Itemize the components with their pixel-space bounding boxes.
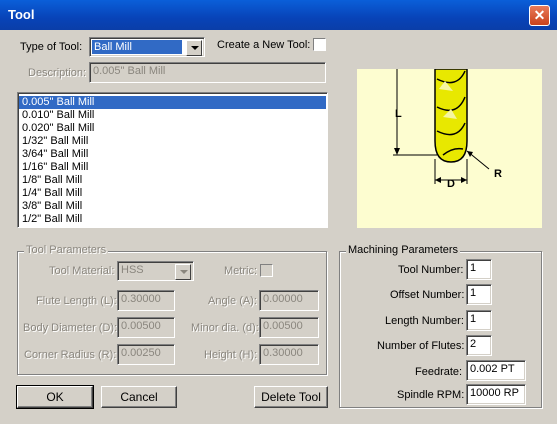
chevron-down-icon: [180, 270, 188, 274]
tool-material-select[interactable]: HSS: [117, 261, 194, 281]
diagram-label-d: D: [447, 178, 455, 190]
machining-parameters-title: Machining Parameters: [346, 244, 461, 256]
spindle-rpm-field[interactable]: 10000 RP: [466, 384, 526, 405]
close-button[interactable]: ✕: [529, 5, 550, 26]
length-number-value: 1: [470, 313, 477, 325]
list-item[interactable]: 0.020" Ball Mill: [19, 122, 326, 135]
list-item[interactable]: 3/64" Ball Mill: [19, 148, 326, 161]
minor-dia-field[interactable]: 0.00500: [259, 317, 319, 338]
tool-number-value: 1: [470, 262, 477, 274]
height-label: Height (H):: [204, 349, 258, 361]
ball-mill-diagram-image: L D R: [393, 68, 502, 190]
angle-field[interactable]: 0.00000: [259, 290, 319, 311]
type-of-tool-label: Type of Tool:: [20, 41, 83, 53]
list-item[interactable]: 1/2" Ball Mill: [19, 213, 326, 226]
minor-dia-value: 0.00500: [263, 320, 303, 332]
angle-label: Angle (A):: [208, 295, 257, 307]
feedrate-label: Feedrate:: [415, 366, 463, 378]
offset-number-field[interactable]: 1: [466, 284, 492, 305]
create-new-tool-checkbox[interactable]: [313, 38, 326, 51]
description-field[interactable]: 0.005" Ball Mill: [89, 62, 326, 83]
title-bar: Tool ✕: [0, 0, 557, 30]
tool-parameters-title: Tool Parameters: [24, 244, 109, 256]
list-item[interactable]: 1/16" Ball Mill: [19, 161, 326, 174]
metric-label: Metric:: [224, 265, 257, 277]
tool-number-field[interactable]: 1: [466, 259, 492, 280]
diagram-label-l: L: [395, 108, 402, 120]
description-value: 0.005" Ball Mill: [93, 65, 166, 77]
list-item[interactable]: 0.010" Ball Mill: [19, 109, 326, 122]
offset-number-value: 1: [470, 287, 477, 299]
feedrate-value: 0.002 PT: [470, 363, 515, 375]
tool-diagram: L D R: [357, 68, 542, 228]
number-of-flutes-value: 2: [470, 338, 477, 350]
body-diameter-label: Body Diameter (D):: [23, 322, 118, 334]
list-item[interactable]: 1/8" Ball Mill: [19, 174, 326, 187]
type-of-tool-dropdown-button[interactable]: [186, 40, 202, 56]
tool-number-label: Tool Number:: [398, 264, 464, 276]
chevron-down-icon: [191, 46, 199, 50]
type-of-tool-select[interactable]: Ball Mill: [89, 37, 205, 57]
flute-length-label: Flute Length (L):: [36, 295, 117, 307]
tool-material-label: Tool Material:: [49, 265, 115, 277]
length-number-label: Length Number:: [385, 315, 464, 327]
close-icon: ✕: [533, 7, 546, 23]
list-item[interactable]: 0.005" Ball Mill: [19, 96, 326, 109]
list-item[interactable]: 3/8" Ball Mill: [19, 200, 326, 213]
number-of-flutes-label: Number of Flutes:: [377, 340, 465, 352]
minor-dia-label: Minor dia. (d):: [191, 322, 259, 334]
metric-checkbox[interactable]: [260, 264, 273, 277]
spindle-rpm-value: 10000 RP: [470, 387, 519, 399]
ok-button[interactable]: OK: [16, 385, 94, 409]
number-of-flutes-field[interactable]: 2: [466, 335, 492, 356]
list-item[interactable]: 1/4" Ball Mill: [19, 187, 326, 200]
flute-length-field[interactable]: 0.30000: [117, 290, 175, 311]
dialog-body: Type of Tool: Ball Mill Create a New Too…: [3, 30, 554, 421]
length-number-field[interactable]: 1: [466, 310, 492, 331]
list-item[interactable]: 1/32" Ball Mill: [19, 135, 326, 148]
spindle-rpm-label: Spindle RPM:: [397, 389, 465, 401]
angle-value: 0.00000: [263, 293, 303, 305]
cancel-button[interactable]: Cancel: [101, 386, 177, 408]
body-diameter-field[interactable]: 0.00500: [117, 317, 175, 338]
tool-material-value: HSS: [121, 264, 144, 276]
height-value: 0.30000: [263, 347, 303, 359]
corner-radius-value: 0.00250: [121, 347, 161, 359]
type-of-tool-value: Ball Mill: [92, 40, 182, 54]
corner-radius-label: Corner Radius (R):: [24, 349, 117, 361]
diagram-label-r: R: [494, 168, 502, 180]
create-new-tool-label: Create a New Tool:: [217, 39, 311, 51]
feedrate-field[interactable]: 0.002 PT: [466, 360, 526, 381]
tool-listbox[interactable]: 0.005" Ball Mill 0.010" Ball Mill 0.020"…: [17, 92, 328, 228]
window-title: Tool: [8, 7, 35, 22]
description-label: Description:: [28, 67, 87, 79]
offset-number-label: Offset Number:: [390, 289, 465, 301]
corner-radius-field[interactable]: 0.00250: [117, 344, 175, 365]
height-field[interactable]: 0.30000: [259, 344, 319, 365]
tool-material-dropdown-button[interactable]: [175, 264, 191, 280]
delete-tool-button[interactable]: Delete Tool: [254, 386, 328, 408]
flute-length-value: 0.30000: [121, 293, 161, 305]
body-diameter-value: 0.00500: [121, 320, 161, 332]
